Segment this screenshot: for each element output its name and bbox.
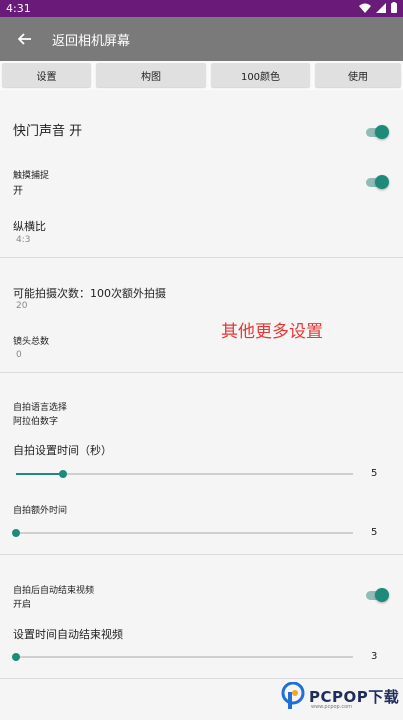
touch-capture-switch[interactable] — [366, 175, 389, 189]
lens-total-label[interactable]: 镜头总数 — [13, 334, 49, 347]
slider-knob[interactable] — [12, 529, 20, 537]
timer-end-video-slider[interactable] — [12, 652, 353, 662]
divider — [0, 554, 403, 555]
slider-knob[interactable] — [59, 470, 68, 478]
status-time: 4:31 — [6, 2, 31, 15]
pcpop-logo-icon — [281, 681, 305, 710]
annotation-text: 其他更多设置 — [221, 322, 323, 342]
status-icons — [359, 2, 397, 13]
slider-fill — [16, 473, 64, 475]
switch-thumb — [375, 588, 389, 602]
watermark-sub: www.pcpop.com — [311, 704, 352, 710]
tab-100-colors[interactable]: 100颜色 — [211, 63, 310, 87]
touch-capture-value: 开 — [13, 186, 23, 197]
selfie-end-video-value: 开启 — [13, 600, 32, 610]
tab-settings[interactable]: 设置 — [2, 63, 91, 87]
slider-knob[interactable] — [12, 653, 20, 661]
watermark: PCPOP下载 www.pcpop.com — [281, 681, 399, 710]
app-bar: 返回相机屏幕 — [0, 17, 403, 61]
slider-rail — [16, 532, 353, 534]
tab-composition[interactable]: 构图 — [96, 63, 206, 87]
selfie-timer-value: 5 — [371, 468, 378, 479]
touch-capture-label: 触摸捕捉 — [13, 171, 50, 181]
selfie-timer-slider[interactable] — [16, 469, 353, 479]
signal-icon — [376, 2, 386, 13]
tab-bar: 设置 构图 100颜色 使用 — [0, 61, 403, 90]
switch-thumb — [375, 125, 389, 139]
battery-icon — [391, 2, 397, 13]
tab-usage[interactable]: 使用 — [315, 63, 401, 87]
slider-rail — [16, 656, 353, 658]
app-bar-title[interactable]: 返回相机屏幕 — [52, 30, 130, 49]
timer-end-video-value: 3 — [371, 651, 378, 662]
aspect-ratio-label[interactable]: 纵横比 — [13, 218, 46, 234]
back-arrow-icon[interactable] — [14, 28, 36, 50]
timer-end-video-label: 设置时间自动结束视频 — [13, 628, 123, 641]
shots-value: 20 — [16, 301, 28, 311]
selfie-language-value: 阿拉伯数字 — [13, 417, 59, 427]
selfie-end-video-switch[interactable] — [366, 588, 389, 602]
aspect-ratio-value: 4:3 — [16, 235, 31, 245]
shots-label[interactable]: 可能拍摄次数：100次额外拍摄 — [13, 285, 166, 301]
switch-thumb — [375, 175, 389, 189]
divider — [0, 257, 403, 258]
shutter-sound-switch[interactable] — [366, 125, 389, 139]
selfie-end-video-label: 自拍后自动结束视频 — [13, 586, 95, 596]
status-bar: 4:31 — [0, 0, 403, 17]
selfie-extra-time-label: 自拍额外时间 — [13, 506, 68, 516]
divider — [0, 678, 403, 679]
selfie-extra-time-value: 5 — [371, 527, 378, 538]
divider — [0, 372, 403, 373]
settings-list: 快门声音 开 触摸捕捉 开 纵横比 4:3 可能拍摄次数：100次额外拍摄 20… — [0, 90, 403, 720]
selfie-extra-time-slider[interactable] — [12, 528, 353, 538]
selfie-timer-label: 自拍设置时间（秒） — [13, 444, 112, 457]
selfie-language-label[interactable]: 自拍语言选择 — [13, 400, 67, 413]
lens-total-value: 0 — [16, 350, 22, 360]
shutter-sound-label: 快门声音 开 — [13, 124, 83, 139]
wifi-icon — [359, 3, 371, 13]
